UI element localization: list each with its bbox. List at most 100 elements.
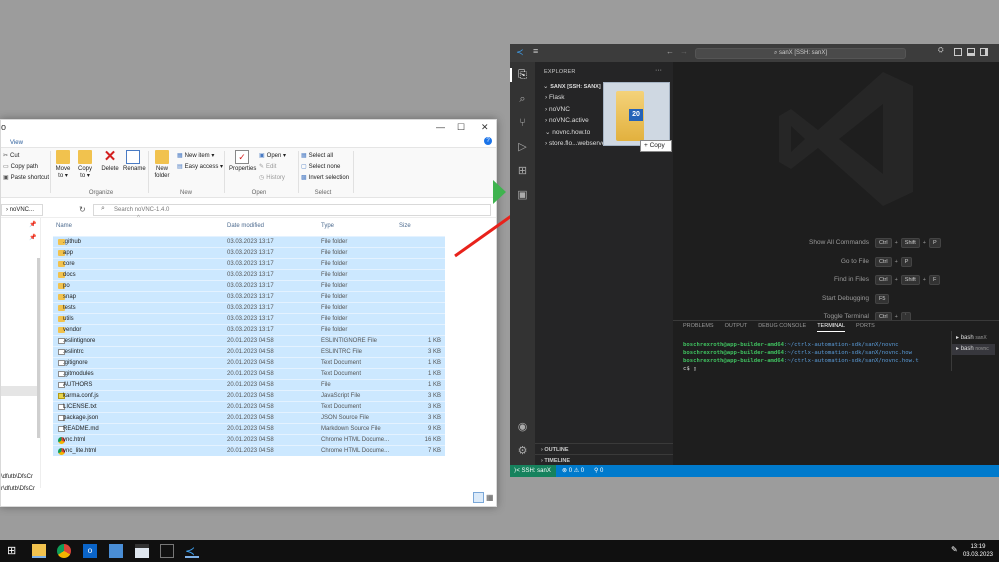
vscode-taskbar-icon[interactable]: ≺ — [185, 544, 199, 558]
terminal-prompt: c$ ▯ — [683, 366, 697, 372]
key-separator: + — [894, 277, 898, 283]
remote-desktop-taskbar-icon[interactable] — [109, 544, 123, 558]
tab-debug-console[interactable]: DEBUG CONSOLE — [758, 323, 806, 332]
source-control-icon[interactable]: ⑂ — [516, 117, 529, 130]
extensions-icon[interactable]: ⊞ — [516, 165, 529, 178]
terminal-user: boschrexroth@app-builder-amd64 — [683, 358, 785, 364]
terminal-panel: PROBLEMS OUTPUT DEBUG CONSOLE TERMINAL P… — [673, 320, 999, 450]
tree-item-flask[interactable]: › Flask — [545, 94, 565, 101]
activity-bar: ⎘ ⌕ ⑂ ▷ ⊞ ▣ ◉ ⚙ — [510, 62, 535, 465]
terminal-list-item[interactable]: ▸ bash sanX — [956, 333, 995, 344]
keycap: Shift — [900, 275, 920, 285]
hint-label[interactable]: Go to File — [841, 258, 869, 265]
shell-name: bash — [960, 335, 974, 341]
remote-indicator[interactable]: ⟩< SSH: sanX — [510, 465, 556, 477]
tab-terminal[interactable]: TERMINAL — [817, 323, 845, 332]
menu-icon[interactable]: ≡ — [533, 46, 538, 56]
terminal-list: ▸ bash sanX ▸ bash novnc — [951, 331, 999, 371]
problems-indicator[interactable]: ⊗ 0 ⚠ 0 — [562, 467, 584, 474]
shell-suffix: novnc — [975, 346, 989, 352]
terminal-taskbar-icon[interactable] — [160, 544, 174, 558]
app-taskbar-icon[interactable] — [135, 544, 149, 558]
drag-count-badge: 20 — [629, 109, 643, 121]
toggle-sidebar-icon[interactable] — [954, 48, 962, 56]
tree-item-label: store.flo...webserver — [548, 140, 608, 147]
tree-item-novnc-how-to[interactable]: ⌄ novnc.how.to — [545, 128, 590, 136]
keycap: P — [929, 238, 941, 248]
workspace-root-label: SANX [SSH: SANX] — [550, 84, 601, 90]
keycap: Ctrl — [875, 238, 892, 248]
hint-label[interactable]: Start Debugging — [822, 295, 869, 302]
hint-keys: Ctrl + P — [875, 256, 913, 267]
tab-output[interactable]: OUTPUT — [725, 323, 748, 332]
tree-item-label: novnc.how.to — [552, 129, 591, 136]
clock-time: 13:19 — [970, 544, 986, 550]
terminal-list-item[interactable]: ▸ bash novnc — [952, 344, 995, 355]
taskbar: ⊞ o ≺ ✎ 13:19 03.03.2023 — [0, 540, 999, 562]
status-bar: ⟩< SSH: sanX ⊗ 0 ⚠ 0 ⚲ 0 — [510, 465, 999, 477]
keycap: Ctrl — [875, 256, 892, 267]
more-actions-icon[interactable]: ··· — [655, 67, 662, 74]
vscode-logo-icon: ≺ — [516, 47, 524, 57]
tree-item-novnc[interactable]: › noVNC — [545, 106, 570, 113]
explorer-icon[interactable]: ⎘ — [516, 69, 529, 82]
command-center[interactable]: ⌕ sanX [SSH: sanX] — [695, 48, 906, 59]
outline-label: OUTLINE — [544, 447, 569, 453]
vscode-titlebar: ≺ ≡ ← → ⌕ sanX [SSH: sanX] ⛭ — [510, 44, 999, 62]
remote-explorer-icon[interactable]: ▣ — [516, 189, 529, 202]
timeline-label: TIMELINE — [544, 458, 571, 464]
tab-problems[interactable]: PROBLEMS — [683, 323, 714, 332]
vscode-watermark-logo — [779, 72, 913, 206]
outlook-taskbar-icon[interactable]: o — [83, 544, 97, 558]
terminal-output[interactable]: boschrexroth@app-builder-amd64:~/ctrlx-a… — [683, 341, 919, 373]
clock-date: 03.03.2023 — [962, 552, 993, 558]
terminal-line: boschrexroth@app-builder-amd64:~/ctrlx-a… — [683, 357, 919, 365]
terminal-path: :~/ctrlx-automation-sdk/sanX/novnc — [784, 342, 899, 348]
tree-item-store-webserver[interactable]: › store.flo...webserver — [545, 140, 608, 147]
terminal-line: boschrexroth@app-builder-amd64:~/ctrlx-a… — [683, 349, 919, 357]
system-clock[interactable]: 13:19 03.03.2023 — [963, 543, 993, 559]
hint-label[interactable]: Toggle Terminal — [824, 313, 869, 320]
chrome-taskbar-icon[interactable] — [57, 544, 71, 558]
tree-item-label: noVNC.active — [548, 117, 589, 124]
forward-arrow-icon[interactable]: → — [680, 47, 688, 56]
shell-name: bash — [960, 346, 974, 352]
hint-label[interactable]: Find in Files — [834, 276, 869, 283]
sidebar-title: EXPLORER — [544, 69, 576, 75]
accounts-icon[interactable]: ⛭ — [938, 47, 944, 55]
pen-tray-icon[interactable]: ✎ — [951, 545, 958, 554]
start-windows-icon[interactable]: ⊞ — [7, 544, 21, 558]
ports-indicator[interactable]: ⚲ 0 — [594, 467, 603, 474]
hint-keys: Ctrl + Shift + F — [875, 275, 941, 285]
vscode-window: ≺ ≡ ← → ⌕ sanX [SSH: sanX] ⛭ ⎘ ⌕ ⑂ ▷ ⊞ ▣… — [510, 44, 999, 477]
toggle-panel-icon[interactable] — [967, 48, 975, 56]
terminal-path: :~/ctrlx-automation-sdk/sanX/novnc.how — [784, 350, 913, 356]
hint-keys: Ctrl + Shift + P — [875, 238, 941, 248]
toggle-secondary-icon[interactable] — [980, 48, 988, 56]
tree-item-novnc-active[interactable]: › noVNC.active — [545, 117, 589, 124]
run-debug-icon[interactable]: ▷ — [516, 141, 529, 154]
keycap: F — [929, 275, 941, 285]
tab-ports[interactable]: PORTS — [856, 323, 875, 332]
file-explorer-taskbar-icon[interactable] — [32, 544, 46, 558]
editor-area: Show All Commands Ctrl + Shift + P Go to File C… — [673, 62, 999, 322]
terminal-user: boschrexroth@app-builder-amd64 — [683, 342, 785, 348]
key-separator: + — [922, 240, 927, 246]
hint-keys: F5 — [875, 293, 890, 304]
back-arrow-icon[interactable]: ← — [666, 47, 674, 56]
key-separator: + — [922, 277, 927, 283]
manage-gear-icon[interactable]: ⚙ — [516, 445, 529, 458]
drag-preview: 20 — [603, 82, 670, 146]
copy-tooltip: + Copy — [640, 140, 672, 152]
keycap: F5 — [875, 293, 890, 304]
account-icon[interactable]: ◉ — [516, 421, 529, 434]
timeline-section[interactable]: › TIMELINE — [535, 454, 673, 465]
hint-label[interactable]: Show All Commands — [809, 239, 869, 246]
outline-section[interactable]: › OUTLINE — [535, 443, 673, 454]
shell-suffix: sanX — [975, 335, 987, 341]
tree-item-label: Flask — [548, 94, 565, 101]
workspace-root[interactable]: ⌄ SANX [SSH: SANX] — [543, 82, 601, 90]
search-icon[interactable]: ⌕ — [516, 93, 529, 106]
terminal-user: boschrexroth@app-builder-amd64 — [683, 350, 785, 356]
keycap: P — [900, 256, 913, 267]
